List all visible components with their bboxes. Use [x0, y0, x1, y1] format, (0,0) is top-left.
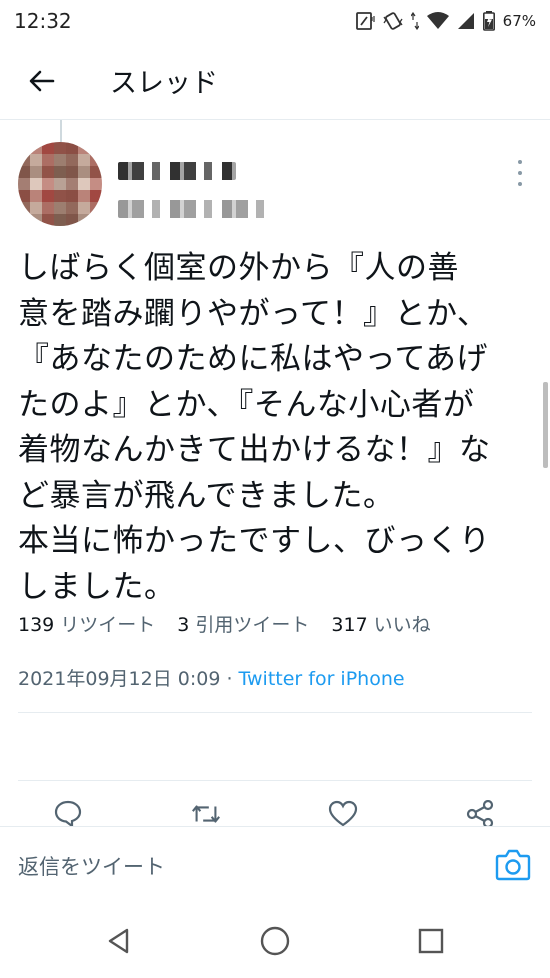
retweets-count: 139: [18, 614, 55, 636]
avatar[interactable]: [18, 142, 102, 226]
like-icon: [328, 800, 358, 827]
battery-percent: 67%: [502, 12, 536, 30]
retweet-icon: [192, 805, 220, 823]
data-arrows-icon: [410, 12, 419, 30]
home-circle-icon: [260, 926, 290, 956]
nav-home-button[interactable]: [258, 924, 292, 958]
camera-button[interactable]: [494, 847, 532, 883]
thread-connector: [60, 120, 62, 142]
tweet-stats: 139 リツイート 3 引用ツイート 317 いいね: [18, 610, 431, 637]
tweet-meta: 2021年09月12日 0:09 · Twitter for iPhone: [18, 664, 405, 691]
reply-input[interactable]: 返信をツイート: [18, 851, 165, 881]
more-options-icon[interactable]: [510, 160, 530, 186]
quotes-count: 3: [177, 614, 190, 636]
nav-recents-button[interactable]: [414, 924, 448, 958]
share-icon: [466, 800, 494, 828]
nfc-icon: [355, 12, 375, 30]
wifi-icon: [426, 12, 449, 29]
back-triangle-icon: [108, 928, 129, 954]
likes-label: いいね: [373, 614, 431, 636]
retweet-button[interactable]: [190, 800, 222, 828]
like-button[interactable]: [327, 800, 359, 828]
system-nav-bar: [0, 904, 550, 978]
page-title: スレッド: [110, 68, 218, 99]
recents-square-icon: [418, 928, 444, 954]
meta-separator: ·: [220, 668, 239, 690]
back-button[interactable]: [22, 61, 62, 101]
author-name-blurred[interactable]: [118, 162, 236, 180]
share-button[interactable]: [464, 800, 496, 828]
retweets-stat[interactable]: 139 リツイート: [18, 610, 155, 637]
quotes-stat[interactable]: 3 引用ツイート: [177, 610, 309, 637]
camera-icon: [495, 849, 531, 881]
author-handle-blurred: [118, 200, 274, 218]
reply-bar: 返信をツイート: [0, 826, 550, 904]
arrow-left-icon: [29, 70, 55, 91]
signal-icon: [457, 13, 474, 29]
quotes-label: 引用ツイート: [195, 614, 310, 636]
reply-button[interactable]: [52, 800, 84, 828]
status-icons: 67%: [355, 11, 536, 31]
divider: [18, 780, 532, 781]
retweets-label: リツイート: [60, 614, 156, 636]
scrollbar[interactable]: [543, 382, 548, 468]
reply-icon: [54, 800, 82, 828]
tweet-text: しばらく個室の外から『人の善 意を踏み躙りやがって！』とか、 『あなたのために私…: [18, 250, 491, 605]
battery-charging-icon: [482, 11, 495, 31]
status-bar: 12:32 67%: [0, 0, 550, 42]
likes-stat[interactable]: 317 いいね: [331, 610, 430, 637]
nav-back-button[interactable]: [102, 924, 136, 958]
status-time: 12:32: [14, 9, 72, 33]
vibrate-icon: [383, 12, 403, 30]
tweet-timestamp[interactable]: 2021年09月12日 0:09: [18, 668, 220, 690]
divider: [18, 712, 532, 713]
tweet-source-link[interactable]: Twitter for iPhone: [239, 668, 405, 690]
app-header: スレッド: [0, 42, 550, 120]
likes-count: 317: [331, 614, 368, 636]
